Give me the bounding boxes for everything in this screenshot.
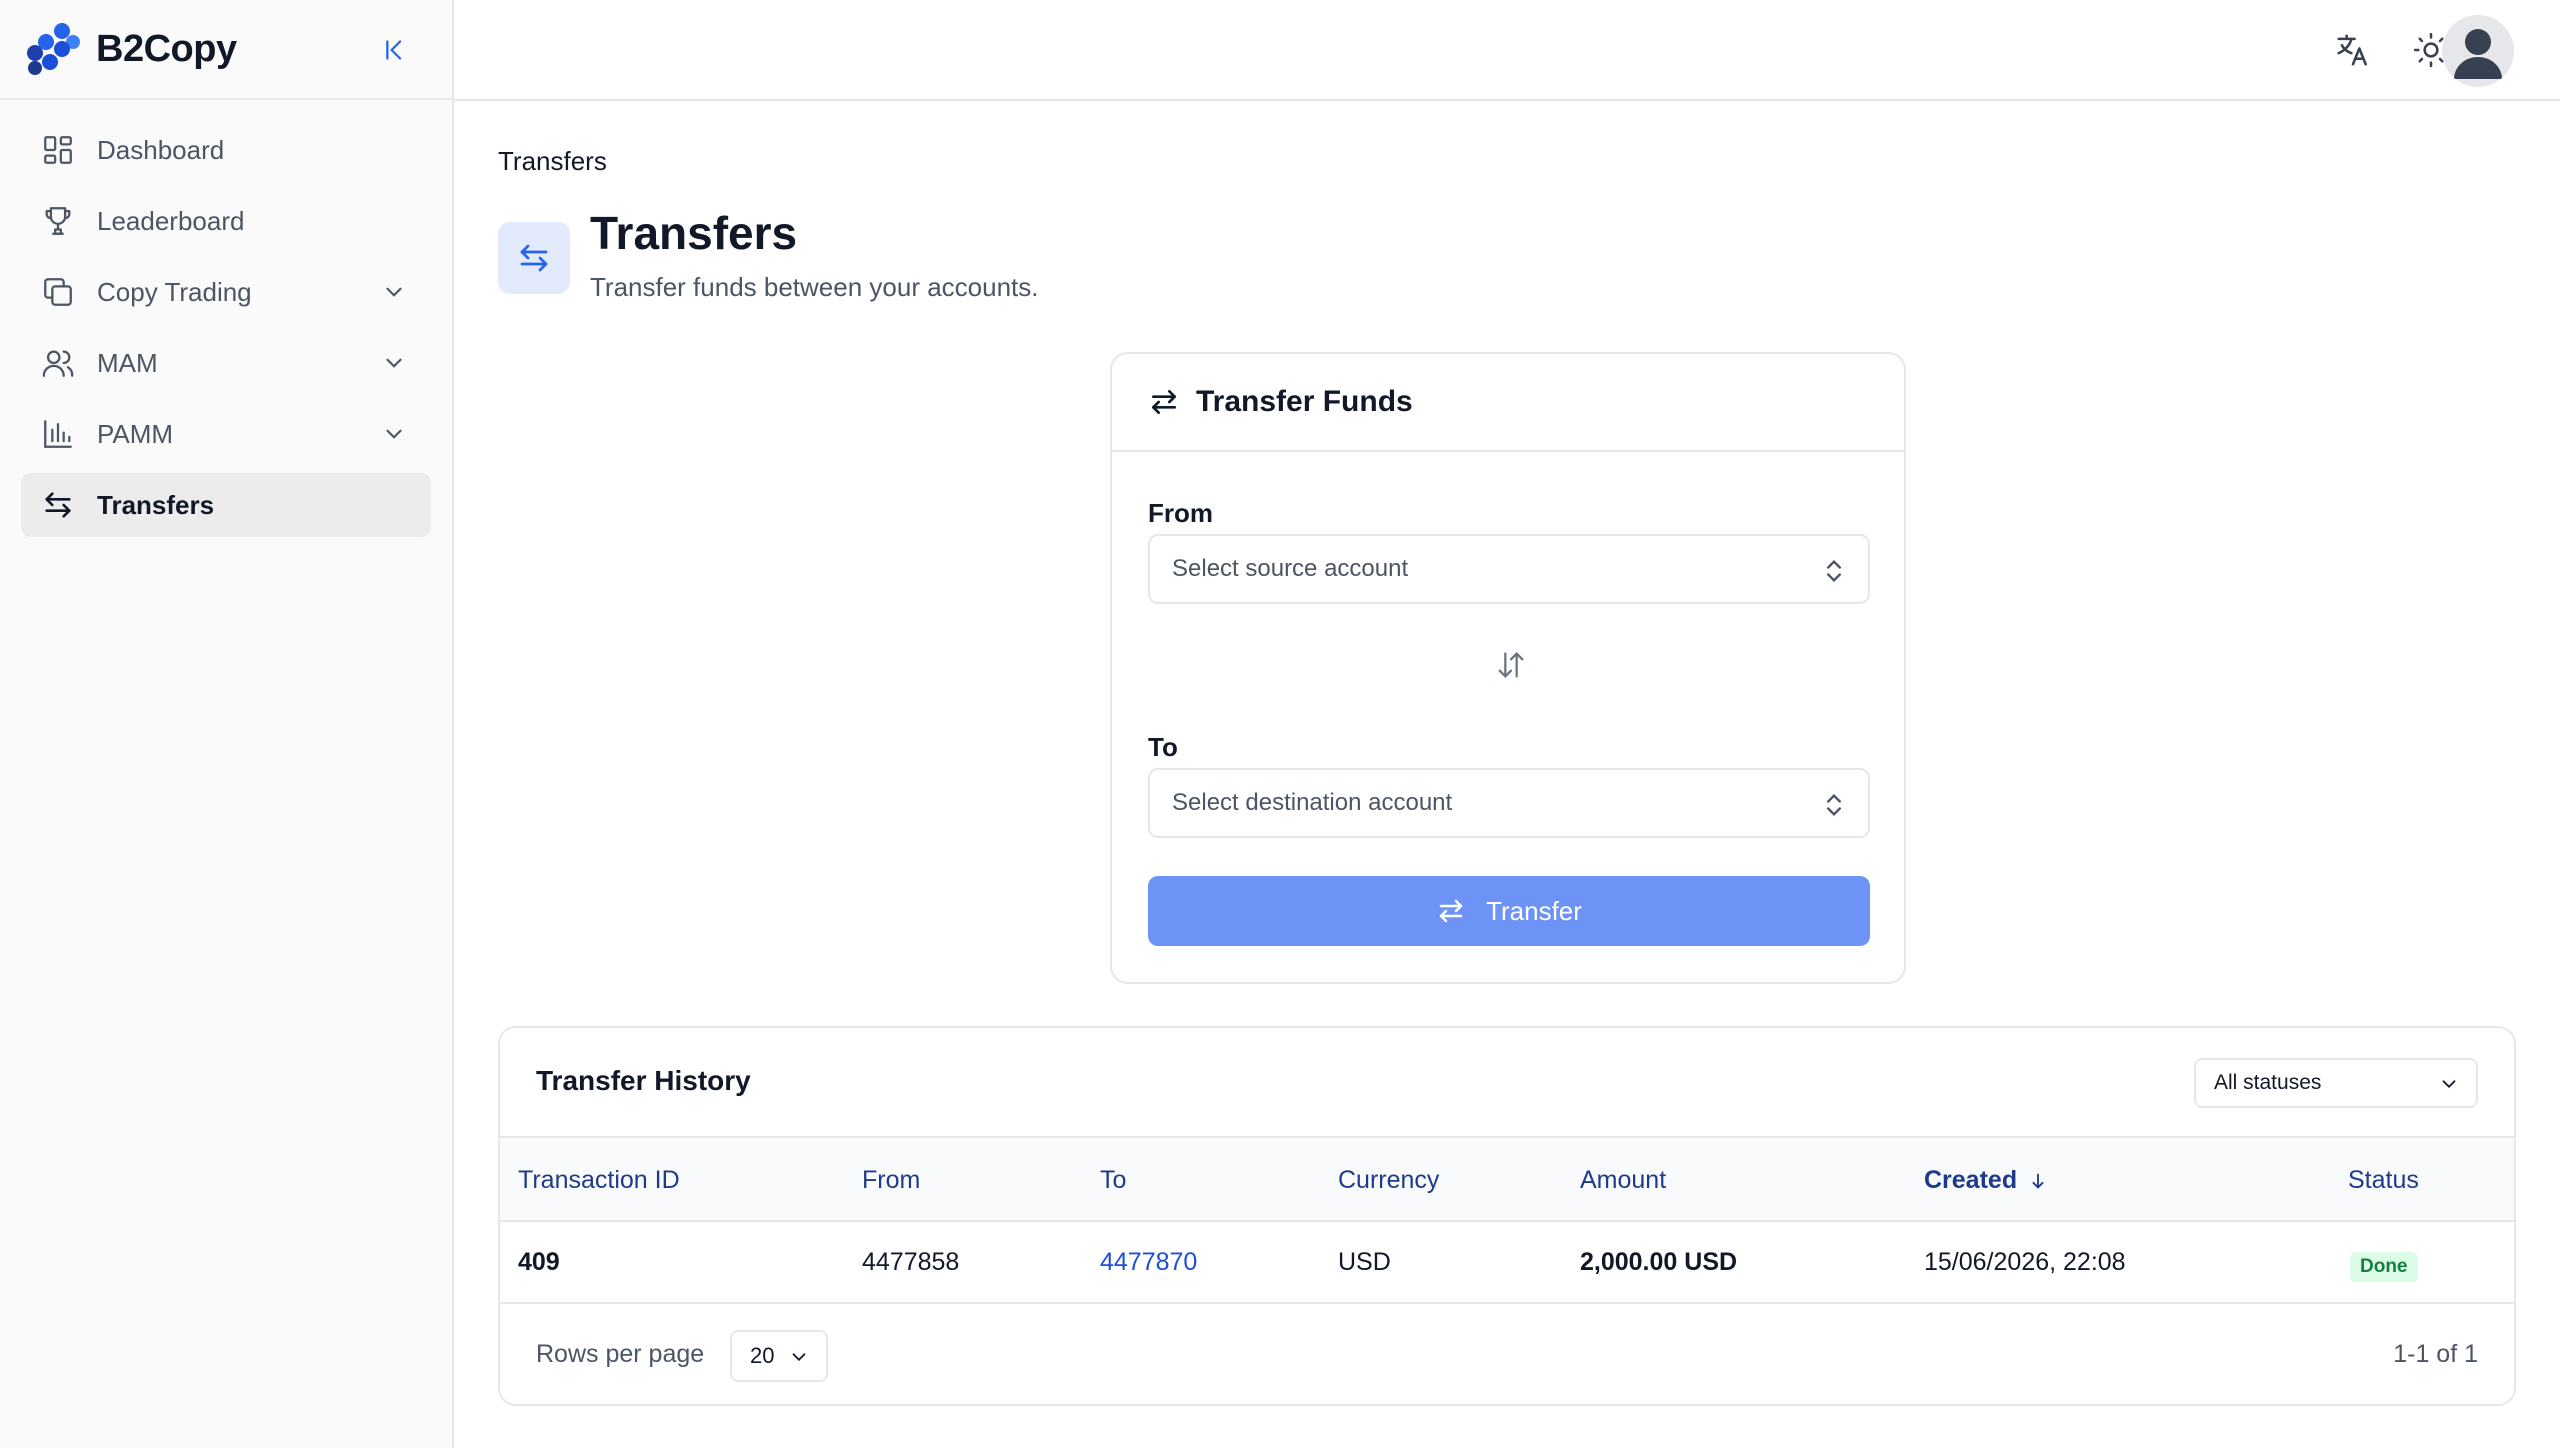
bar-chart-icon xyxy=(44,420,72,448)
transfer-arrows-icon xyxy=(520,244,548,272)
brand: B2Copy xyxy=(0,0,452,100)
sidebar-item-leaderboard[interactable]: Leaderboard xyxy=(21,189,431,253)
column-header-created[interactable]: Created xyxy=(1924,1166,2049,1195)
rows-per-page-select[interactable]: 20 xyxy=(730,1330,828,1382)
swap-accounts-icon[interactable] xyxy=(1494,648,1528,682)
sidebar-item-label: Dashboard xyxy=(97,134,225,165)
user-avatar-icon xyxy=(2454,29,2502,79)
status-filter-select[interactable]: All statuses xyxy=(2194,1058,2478,1108)
table-header: Transaction ID From To Currency Amount C… xyxy=(500,1136,2514,1222)
page-title: Transfers xyxy=(590,207,798,259)
swap-horizontal-icon xyxy=(1439,899,1463,923)
transfer-arrows-icon xyxy=(45,492,71,518)
trophy-icon xyxy=(45,207,71,235)
column-header-amount[interactable]: Amount xyxy=(1580,1166,1666,1195)
page-icon-box xyxy=(498,222,570,294)
transfer-funds-card: Transfer Funds From Select source accoun… xyxy=(1110,352,1906,984)
dashboard-icon xyxy=(44,136,72,164)
sidebar-item-pamm[interactable]: PAMM xyxy=(21,402,431,466)
cell-to-link[interactable]: 4477870 xyxy=(1100,1248,1197,1277)
chevron-down-icon xyxy=(386,287,402,297)
users-icon xyxy=(42,350,74,377)
destination-account-placeholder: Select destination account xyxy=(1172,789,1453,816)
sidebar: B2Copy Dashboard Leaderboard Copy Tradin… xyxy=(0,0,454,1448)
history-title: Transfer History xyxy=(536,1065,751,1096)
from-label: From xyxy=(1148,498,1213,528)
table-row: 409 4477858 4477870 USD 2,000.00 USD 15/… xyxy=(500,1222,2514,1304)
translate-icon[interactable] xyxy=(2334,31,2372,69)
transfer-button-label: Transfer xyxy=(1486,895,1582,926)
brand-name: B2Copy xyxy=(96,27,237,70)
column-header-transaction-id[interactable]: Transaction ID xyxy=(518,1166,680,1195)
rows-per-page-value: 20 xyxy=(750,1343,775,1368)
column-header-to[interactable]: To xyxy=(1100,1166,1126,1195)
collapse-sidebar-icon[interactable] xyxy=(376,33,410,67)
sidebar-item-label: Copy Trading xyxy=(97,276,252,307)
column-header-status[interactable]: Status xyxy=(2348,1166,2419,1195)
breadcrumb: Transfers xyxy=(498,146,607,176)
cell-currency: USD xyxy=(1338,1248,1391,1276)
sidebar-item-transfers[interactable]: Transfers xyxy=(21,473,431,537)
transfer-button[interactable]: Transfer xyxy=(1148,876,1870,946)
sidebar-item-label: PAMM xyxy=(97,418,174,449)
sidebar-item-label: MAM xyxy=(97,347,158,378)
chevron-up-down-icon xyxy=(1827,560,1841,582)
chevron-down-icon xyxy=(792,1353,806,1362)
destination-account-select[interactable]: Select destination account xyxy=(1148,768,1870,838)
copy-icon xyxy=(44,278,72,306)
topbar xyxy=(454,0,2560,101)
chevron-down-icon xyxy=(386,429,402,439)
column-header-created-label: Created xyxy=(1924,1166,2018,1194)
page-subtitle: Transfer funds between your accounts. xyxy=(590,272,1039,302)
status-filter-value: All statuses xyxy=(2214,1071,2322,1094)
brand-logo-icon xyxy=(27,23,80,75)
chevron-down-icon xyxy=(386,358,402,368)
swap-horizontal-icon xyxy=(1152,390,1176,414)
sort-descending-icon xyxy=(2032,1173,2044,1189)
sidebar-item-dashboard[interactable]: Dashboard xyxy=(21,118,431,182)
transfer-history-card: Transfer History All statuses Transactio… xyxy=(498,1026,2516,1406)
source-account-select[interactable]: Select source account xyxy=(1148,534,1870,604)
sidebar-item-label: Transfers xyxy=(97,489,215,520)
history-header: Transfer History All statuses xyxy=(500,1028,2514,1136)
sidebar-item-label: Leaderboard xyxy=(97,205,245,236)
user-avatar[interactable] xyxy=(2442,15,2514,87)
column-header-from[interactable]: From xyxy=(862,1166,920,1195)
source-account-placeholder: Select source account xyxy=(1172,555,1409,582)
transfer-card-title: Transfer Funds xyxy=(1196,385,1413,418)
rows-per-page-label: Rows per page xyxy=(536,1340,705,1368)
sidebar-nav: Dashboard Leaderboard Copy Trading MAM P… xyxy=(0,100,452,537)
cell-transaction-id: 409 xyxy=(518,1248,560,1276)
column-header-currency[interactable]: Currency xyxy=(1338,1166,1439,1195)
chevron-down-icon xyxy=(2442,1080,2456,1089)
table-footer: Rows per page 20 1-1 of 1 xyxy=(500,1304,2514,1404)
cell-amount: 2,000.00 USD xyxy=(1580,1248,1738,1276)
pagination-info: 1-1 of 1 xyxy=(2393,1340,2478,1368)
cell-from: 4477858 xyxy=(862,1248,960,1276)
chevron-up-down-icon xyxy=(1827,794,1841,816)
sidebar-item-mam[interactable]: MAM xyxy=(21,331,431,395)
to-label: To xyxy=(1148,732,1178,762)
transfer-card-header: Transfer Funds xyxy=(1112,354,1904,452)
cell-created: 15/06/2026, 22:08 xyxy=(1924,1248,2126,1276)
sidebar-item-copy-trading[interactable]: Copy Trading xyxy=(21,260,431,324)
status-badge: Done xyxy=(2350,1252,2418,1282)
